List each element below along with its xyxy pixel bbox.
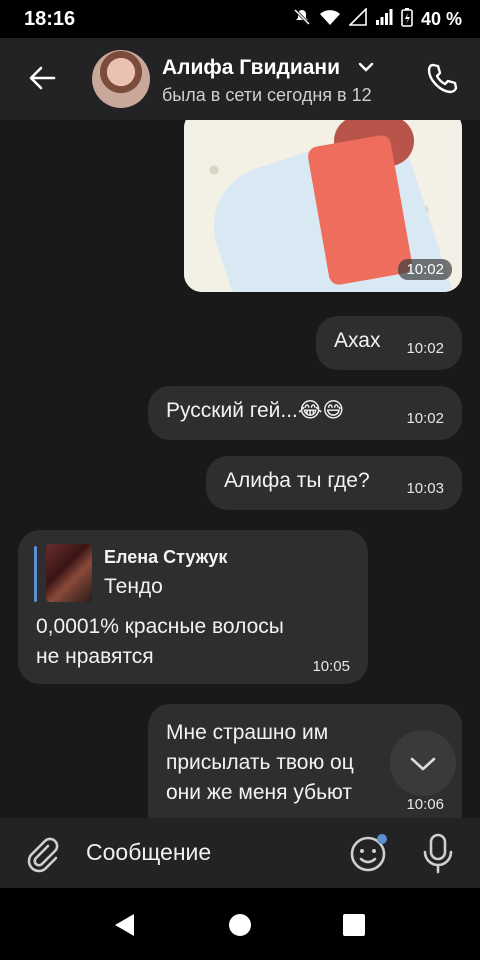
message-text: Ахах: [334, 329, 381, 352]
nav-recents-icon[interactable]: [342, 912, 366, 943]
phone-icon[interactable]: [424, 60, 460, 96]
message-text-line: не нравятся: [36, 645, 154, 668]
mute-icon: [293, 8, 311, 31]
reply-thumbnail: [46, 544, 92, 602]
image-message[interactable]: 10:02: [184, 120, 462, 292]
wifi-icon: [319, 8, 341, 31]
message-text-line: они же меня убьют: [166, 781, 352, 804]
microphone-icon[interactable]: [420, 832, 456, 874]
message-bubble-outgoing[interactable]: Русский гей...😂😅 10:02: [148, 386, 462, 440]
message-bubble-incoming[interactable]: Елена Стужук Тендо 0,0001% красные волос…: [18, 530, 368, 684]
status-bar: 18:16 40 %: [0, 0, 480, 38]
chevron-down-icon[interactable]: [357, 58, 375, 81]
last-seen-status: была в сети сегодня в 12: [162, 85, 372, 105]
system-nav-bar: [0, 888, 480, 960]
back-arrow-icon[interactable]: [24, 60, 60, 96]
nav-home-icon[interactable]: [228, 912, 252, 943]
message-bubble-outgoing[interactable]: Ахах 10:02: [316, 316, 462, 370]
signal-icon: [348, 7, 367, 31]
message-text-line: присылать твою оц: [166, 751, 354, 774]
signal-bars-icon: [375, 8, 393, 31]
nav-back-icon[interactable]: [112, 912, 136, 943]
contact-name[interactable]: Алифа Гвидиани: [162, 56, 340, 80]
battery-icon: [401, 7, 413, 32]
chevron-down-icon: [410, 757, 436, 771]
message-time: 10:02: [398, 259, 452, 280]
chat-header: Алифа Гвидиани была в сети сегодня в 12: [0, 38, 480, 120]
message-input[interactable]: Сообщение: [86, 839, 211, 866]
message-text: Алифа ты где?: [224, 469, 370, 492]
reply-text: Тендо: [104, 575, 163, 598]
message-text: Русский гей...😂😅: [166, 399, 345, 422]
message-bubble-outgoing[interactable]: Алифа ты где? 10:03: [206, 456, 462, 510]
message-time: 10:02: [406, 410, 444, 427]
message-time: 10:06: [406, 796, 444, 813]
message-text-line: Мне страшно им: [166, 721, 329, 744]
status-icons: 40 %: [293, 7, 462, 32]
avatar[interactable]: [92, 50, 150, 108]
message-time: 10:02: [406, 340, 444, 357]
message-time: 10:05: [312, 658, 350, 675]
reply-accent-bar: [34, 546, 37, 602]
reply-author: Елена Стужук: [104, 547, 228, 567]
message-text-line: 0,0001% красные волосы: [36, 615, 284, 638]
message-list[interactable]: 10:02 Ахах 10:02 Русский гей...😂😅 10:02 …: [0, 120, 480, 818]
battery-percent: 40 %: [420, 9, 462, 29]
paperclip-icon[interactable]: [22, 834, 62, 874]
emoji-icon[interactable]: [348, 832, 390, 874]
status-time: 18:16: [24, 8, 76, 30]
message-time: 10:03: [406, 480, 444, 497]
scroll-down-button[interactable]: [390, 730, 456, 796]
message-composer: Сообщение: [0, 818, 480, 888]
